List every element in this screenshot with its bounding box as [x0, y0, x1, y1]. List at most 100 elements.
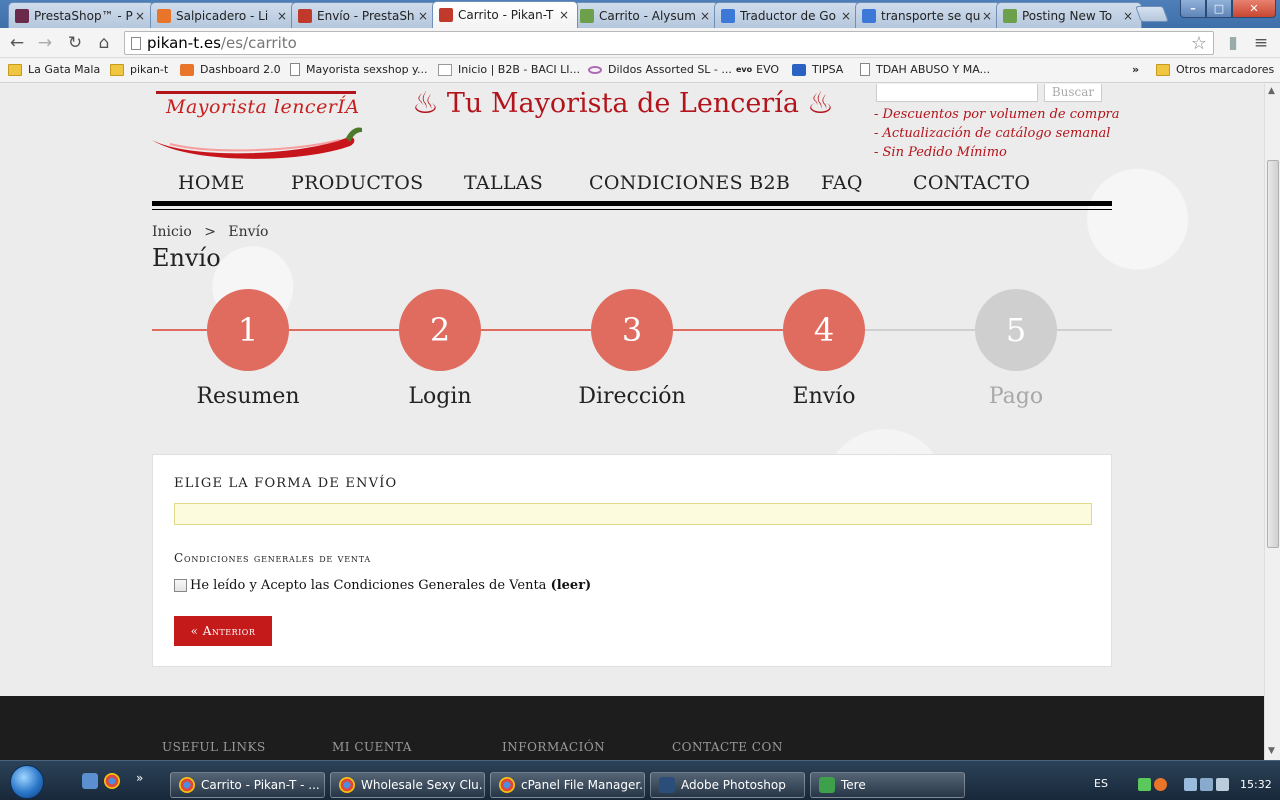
back-arrow-icon[interactable]: ← — [6, 32, 28, 54]
forward-arrow-icon[interactable]: → — [34, 32, 56, 54]
clock[interactable]: 15:32 — [1240, 778, 1272, 791]
bookmark-item[interactable]: TDAH ABUSO Y MA... — [860, 63, 990, 76]
window-maximize-button[interactable]: □ — [1206, 0, 1232, 18]
bookmark-label: TIPSA — [812, 63, 844, 76]
windows-taskbar: » Carrito - Pikan-T - ... Wholesale Sexy… — [0, 760, 1280, 800]
bookmark-item[interactable]: evo EVO — [736, 63, 779, 76]
start-button[interactable] — [10, 765, 44, 799]
tab-close-icon[interactable]: × — [416, 9, 430, 23]
taskbar-button[interactable]: cPanel File Manager... — [490, 772, 645, 798]
search-button[interactable]: Buscar — [1044, 84, 1102, 102]
step-label[interactable]: Resumen — [168, 384, 328, 409]
dashboard-favicon-icon — [157, 8, 171, 23]
tab-close-icon[interactable]: × — [133, 9, 147, 23]
step-circle-3[interactable]: 3 — [591, 289, 673, 371]
tab-close-icon[interactable]: × — [839, 9, 853, 23]
volume-tray-icon[interactable] — [1216, 778, 1229, 791]
search-input[interactable] — [876, 84, 1038, 102]
address-bar[interactable]: pikan-t.es/es/carrito ☆ — [124, 31, 1214, 55]
site-logo-text[interactable]: Mayorista lencerÍA — [166, 96, 360, 118]
step-connector-line — [289, 329, 399, 331]
tab-close-icon[interactable]: × — [1121, 9, 1135, 23]
new-tab-button[interactable] — [1135, 6, 1169, 22]
nav-contacto[interactable]: CONTACTO — [913, 172, 1030, 194]
window-close-button[interactable]: ✕ — [1232, 0, 1276, 18]
nav-condiciones-b2b[interactable]: CONDICIONES B2B — [589, 172, 790, 194]
bookmark-item[interactable]: pikan-t — [110, 63, 168, 76]
quicklaunch-overflow[interactable]: » — [136, 771, 143, 785]
language-indicator[interactable]: ES — [1094, 777, 1108, 790]
line-tray-icon[interactable] — [1138, 778, 1151, 791]
tab-close-icon[interactable]: × — [980, 9, 994, 23]
previous-button[interactable]: « Anterior — [174, 616, 272, 646]
terms-label[interactable]: He leído y Acepto las Condiciones Genera… — [190, 578, 591, 593]
window-minimize-button[interactable]: – — [1180, 0, 1206, 18]
bookmark-item[interactable]: Dildos Assorted SL - ... — [588, 63, 732, 76]
step-circle-4: 4 — [783, 289, 865, 371]
app-tray-icon[interactable] — [1154, 778, 1167, 791]
browser-tab[interactable]: Envío - PrestaSh × — [291, 2, 437, 28]
scroll-up-arrow-icon[interactable]: ▲ — [1268, 86, 1275, 96]
shipping-method-warning-box — [174, 503, 1092, 525]
taskbar-button[interactable]: Carrito - Pikan-T - ... — [170, 772, 325, 798]
browser-tab[interactable]: transporte se qu × — [855, 2, 1001, 28]
nav-productos[interactable]: PRODUCTOS — [291, 172, 423, 194]
tab-label: Traductor de Go — [740, 8, 836, 23]
step-connector-line — [1057, 329, 1112, 331]
step-circle-2[interactable]: 2 — [399, 289, 481, 371]
step-connector-line — [481, 329, 591, 331]
browser-tab[interactable]: Carrito - Alysum × — [573, 2, 719, 28]
bookmarks-overflow-button[interactable]: » — [1132, 63, 1139, 76]
browser-tab[interactable]: Posting New To × — [996, 2, 1142, 28]
menu-icon[interactable]: ≡ — [1250, 32, 1272, 54]
breadcrumb-home-link[interactable]: Inicio — [152, 224, 192, 240]
browser-tab[interactable]: Salpicadero - Li × — [150, 2, 296, 28]
bookmark-item[interactable]: Mayorista sexshop y... — [290, 63, 428, 76]
logo-top-border — [156, 84, 356, 94]
scrollbar-thumb[interactable] — [1267, 160, 1279, 548]
taskbar-button[interactable]: Adobe Photoshop — [650, 772, 805, 798]
taskbar-button[interactable]: Tere — [810, 772, 965, 798]
network-tray-icon[interactable] — [1200, 778, 1213, 791]
bookmarks-bar: La Gata Mala pikan-t Dashboard 2.0 Mayor… — [0, 59, 1280, 83]
bookmark-label: Dildos Assorted SL - ... — [608, 63, 732, 76]
step-circle-5: 5 — [975, 289, 1057, 371]
benefit-item: - Descuentos por volumen de compra — [874, 107, 1120, 122]
pikan-favicon-icon — [439, 8, 453, 22]
nav-tallas[interactable]: TALLAS — [464, 172, 543, 194]
step-circle-1[interactable]: 1 — [207, 289, 289, 371]
browser-tab[interactable]: Traductor de Go × — [714, 2, 860, 28]
bookmark-item[interactable]: Dashboard 2.0 — [180, 63, 281, 76]
shop-favicon-icon — [580, 8, 594, 23]
benefit-item: - Actualización de catálogo semanal — [874, 126, 1111, 141]
tab-close-icon[interactable]: × — [275, 9, 289, 23]
tab-close-icon[interactable]: × — [557, 8, 571, 22]
other-bookmarks[interactable]: Otros marcadores — [1156, 63, 1274, 76]
step-label[interactable]: Login — [360, 384, 520, 409]
step-label[interactable]: Dirección — [552, 384, 712, 409]
footer-column-informacion: INFORMACIÓN — [502, 740, 606, 754]
taskbar-button-label: Adobe Photoshop — [681, 778, 786, 792]
bookmark-item[interactable]: TIPSA — [792, 63, 843, 76]
scroll-down-arrow-icon[interactable]: ▼ — [1268, 746, 1275, 756]
nav-home[interactable]: HOME — [178, 172, 245, 194]
browser-tab-active[interactable]: Carrito - Pikan-T × — [432, 1, 578, 28]
chrome-icon[interactable] — [104, 773, 120, 789]
terms-read-link[interactable]: (leer) — [551, 578, 592, 593]
home-icon[interactable]: ⌂ — [93, 32, 115, 54]
stats-icon[interactable]: ▮ — [1222, 32, 1244, 54]
terms-checkbox[interactable] — [174, 579, 187, 592]
tab-close-icon[interactable]: × — [698, 9, 712, 23]
flame-icon: ♨ — [412, 86, 439, 121]
taskbar-button-label: Tere — [841, 778, 866, 792]
browser-tab[interactable]: PrestaShop™ - P × — [8, 2, 154, 28]
bookmark-star-icon[interactable]: ☆ — [1191, 33, 1207, 54]
show-desktop-icon[interactable] — [82, 773, 98, 789]
taskbar-button[interactable]: Wholesale Sexy Clu... — [330, 772, 485, 798]
bookmark-item[interactable]: Inicio | B2B - BACI LI... — [438, 63, 580, 76]
reload-icon[interactable]: ↻ — [64, 32, 86, 54]
bookmark-item[interactable]: La Gata Mala — [8, 63, 100, 76]
flag-tray-icon[interactable] — [1184, 778, 1197, 791]
nav-faq[interactable]: FAQ — [821, 172, 863, 194]
page-scrollbar[interactable]: ▲ ▼ — [1264, 84, 1280, 760]
